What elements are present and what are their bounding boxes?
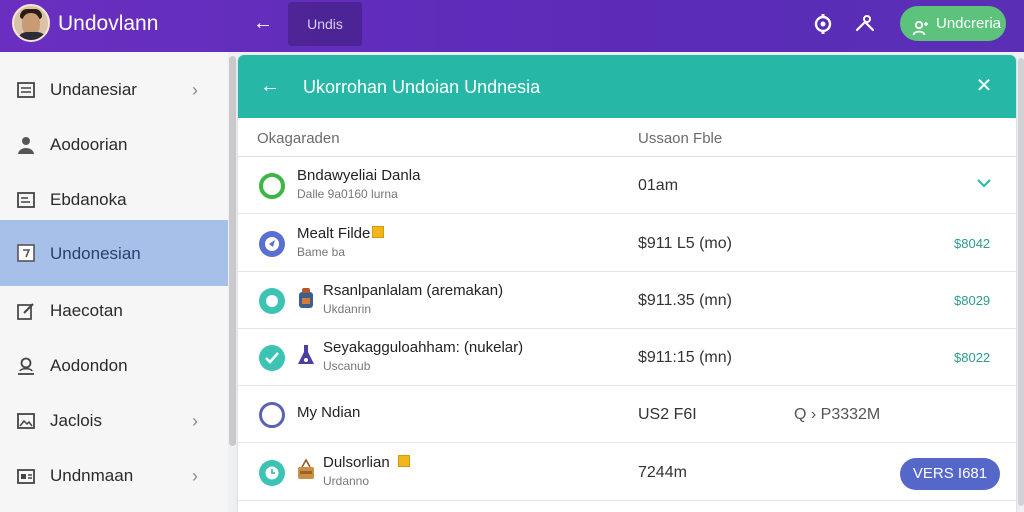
chevron-right-icon: › <box>192 466 198 486</box>
user-icon <box>16 356 36 376</box>
backpack-icon <box>297 287 315 309</box>
sidebar-item-5[interactable]: Haecotan <box>0 283 228 339</box>
row-subtitle: Ukdanrin <box>323 302 372 316</box>
row-subtitle: Urdanno <box>323 474 370 488</box>
tag-icon <box>398 455 410 467</box>
table-row[interactable]: Mealt Filde Bame ba $911 L5 (mo) $8042 <box>238 215 1016 272</box>
ring-status-icon <box>258 401 286 429</box>
arrow-circle-icon <box>258 230 286 258</box>
user-group-icon <box>912 15 930 36</box>
chevron-down-icon[interactable] <box>974 173 994 193</box>
close-icon[interactable]: ✕ <box>972 74 996 98</box>
sidebar-item-label: Ebdanoka <box>50 190 127 209</box>
column-header-file[interactable]: Ussaon Fble <box>638 130 722 147</box>
sidebar-item-1[interactable]: Undanesiar › <box>0 62 228 118</box>
row-subtitle: Bame ba <box>297 245 346 259</box>
top-app-bar: Undovlann ← Undis Undcreria <box>0 0 1024 52</box>
person-icon <box>16 135 36 155</box>
table-row[interactable]: My Ndian US2 F6I Q › P3332M <box>238 386 1016 443</box>
column-header-name[interactable]: Okagaraden <box>257 130 340 147</box>
app-title: Undovlann <box>58 12 159 35</box>
row-name: Rsanlpanlalam (aremakan) <box>323 282 504 299</box>
row-name: Bndawyeliai Danla <box>297 167 421 184</box>
create-button[interactable]: Undcreria <box>900 6 1006 41</box>
sidebar: Undanesiar › Aodoorian Ebdanoka Undonesi… <box>0 52 228 512</box>
row-price: $8042 <box>954 236 991 251</box>
sidebar-item-label: Undanesiar <box>50 80 137 99</box>
row-size: 01am <box>638 177 679 194</box>
detail-panel: ← Ukorrohan Undoian Undnesia ✕ Okagarade… <box>238 55 1016 512</box>
row-size: US2 F6I <box>638 406 697 423</box>
clock-circle-icon <box>258 459 286 487</box>
row-price: $8022 <box>954 350 991 365</box>
sidebar-item-label: Haecotan <box>50 301 123 320</box>
basket-icon <box>297 458 315 481</box>
table-row[interactable]: Seyakagguloahham: (nukelar) Uscanub $911… <box>238 329 1016 386</box>
version-button[interactable]: VERS I681 <box>900 458 1000 490</box>
sidebar-item-label: Undnmaan <box>50 466 134 485</box>
settings-icon[interactable] <box>811 12 835 36</box>
row-extra: Q › P3332M <box>794 406 881 423</box>
create-button-label: Undcreria <box>936 15 1002 32</box>
top-tab[interactable]: Undis <box>288 2 362 46</box>
sidebar-item-label: Jaclois <box>50 411 102 430</box>
sidebar-item-label: Aodondon <box>50 356 128 375</box>
image-icon <box>16 411 36 431</box>
page-scrollbar[interactable] <box>1018 58 1024 506</box>
panel-header: ← Ukorrohan Undoian Undnesia ✕ <box>238 55 1016 118</box>
sidebar-scrollbar[interactable] <box>229 56 236 446</box>
row-size: 7244m <box>638 464 687 481</box>
sidebar-item-8[interactable]: Undnmaan › <box>0 448 228 504</box>
row-price: $8029 <box>954 293 991 308</box>
sidebar-item-7[interactable]: Jaclois › <box>0 393 228 449</box>
sidebar-item-2[interactable]: Aodoorian <box>0 117 228 173</box>
back-arrow-icon[interactable]: ← <box>260 74 284 98</box>
ring-status-icon <box>258 172 286 200</box>
tag-icon <box>372 226 384 238</box>
chevron-right-icon: › <box>192 411 198 431</box>
check-circle-icon <box>258 344 286 372</box>
row-subtitle: Dalle 9a0160 lurna <box>297 187 398 201</box>
row-subtitle: Uscanub <box>323 359 371 373</box>
edit-icon <box>16 301 36 321</box>
list-icon <box>16 80 36 100</box>
card-icon <box>16 466 36 486</box>
sidebar-item-label: Aodoorian <box>50 135 128 154</box>
share-icon[interactable] <box>853 12 877 36</box>
row-name: Seyakagguloahham: (nukelar) <box>323 339 524 356</box>
row-size: $911:15 (mn) <box>638 349 732 366</box>
sidebar-item-6[interactable]: Aodondon <box>0 338 228 394</box>
row-name: Dulsorlian <box>323 454 390 471</box>
calendar-icon <box>16 243 36 263</box>
row-name: My Ndian <box>297 404 361 421</box>
back-arrow-icon[interactable]: ← <box>250 10 276 36</box>
flask-icon <box>297 344 315 366</box>
panel-title: Ukorrohan Undoian Undnesia <box>303 77 541 97</box>
row-size: $911.35 (mn) <box>638 292 732 309</box>
document-icon <box>16 190 36 210</box>
table-row[interactable]: Bndawyeliai Danla Dalle 9a0160 lurna 01a… <box>238 157 1016 214</box>
row-name: Mealt Filde <box>297 225 371 242</box>
teal-circle-icon <box>258 287 286 315</box>
table-row[interactable]: Rsanlpanlalam (aremakan) Ukdanrin $911.3… <box>238 272 1016 329</box>
user-avatar[interactable] <box>12 4 50 42</box>
sidebar-item-label: Undonesian <box>50 244 141 263</box>
table-row[interactable]: Dulsorlian Urdanno 7244m VERS I681 <box>238 444 1016 501</box>
sidebar-item-4[interactable]: Undonesian <box>0 220 228 286</box>
chevron-right-icon: › <box>192 80 198 100</box>
row-size: $911 L5 (mo) <box>638 235 732 252</box>
